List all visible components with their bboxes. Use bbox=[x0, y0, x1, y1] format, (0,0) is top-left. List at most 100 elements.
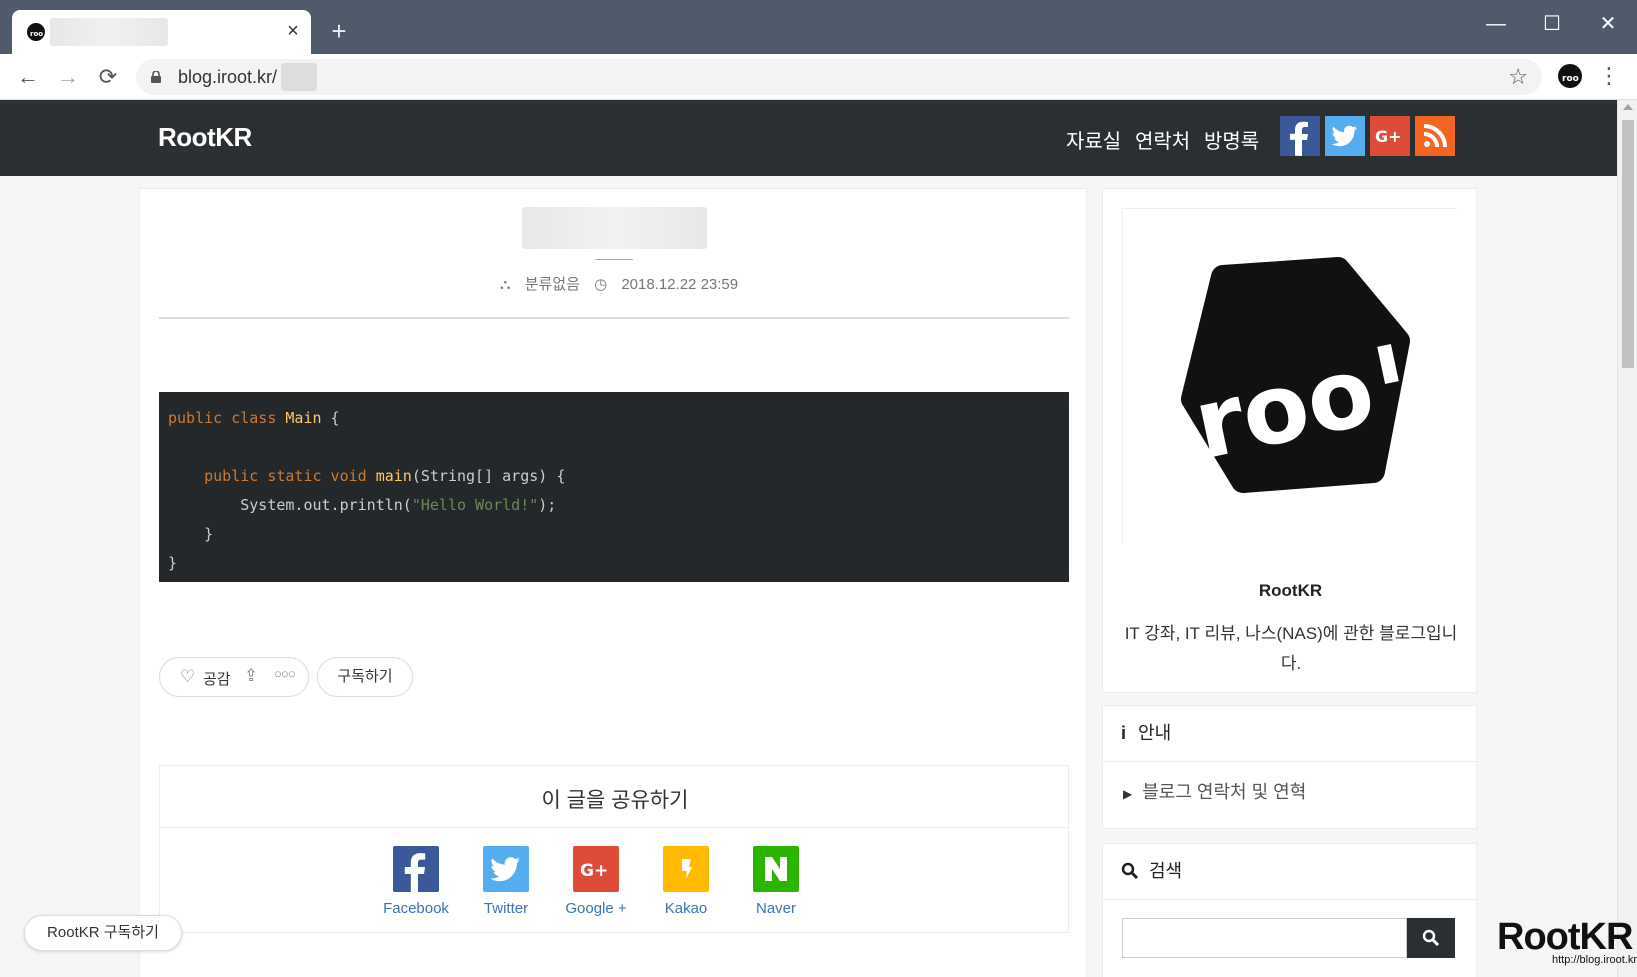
share-box: 이 글을 공유하기 Facebook Twitter G+ Google + K… bbox=[159, 765, 1069, 933]
watermark: RootKR http://blog.iroot.kr bbox=[1497, 918, 1637, 966]
profile-image: roo bbox=[1122, 208, 1457, 544]
back-arrow-icon[interactable]: ← bbox=[12, 61, 44, 93]
category-icon: ⛬ bbox=[500, 276, 511, 293]
like-button[interactable]: 공감 bbox=[203, 668, 231, 689]
site-logo[interactable]: RootKR bbox=[158, 122, 252, 153]
code-block: public class Main { public static void m… bbox=[159, 392, 1069, 582]
code-text: { bbox=[321, 409, 340, 427]
code-keyword: public class bbox=[168, 409, 277, 427]
code-string: "Hello World!" bbox=[411, 496, 539, 514]
root-logo-icon: roo bbox=[1181, 257, 1410, 493]
twitter-icon bbox=[483, 846, 529, 892]
code-keyword: public static void bbox=[204, 467, 367, 485]
code-text: ); bbox=[538, 496, 557, 514]
notice-divider bbox=[1103, 761, 1476, 762]
google-plus-icon: G+ bbox=[573, 846, 619, 892]
share-facebook[interactable]: Facebook bbox=[376, 846, 456, 917]
address-bar[interactable]: blog.iroot.kr/ ☆ bbox=[136, 59, 1542, 95]
post-date: 2018.12.22 23:59 bbox=[621, 276, 739, 293]
floating-subscribe-button[interactable]: RootKR 구독하기 bbox=[24, 915, 182, 951]
window-close-button[interactable]: ✕ bbox=[1588, 8, 1628, 40]
code-class-name: Main bbox=[285, 409, 322, 427]
svg-text:G+: G+ bbox=[580, 861, 608, 881]
code-text: System.out.println( bbox=[240, 496, 412, 514]
notice-widget: i 안내 ▶ 블로그 연락처 및 연혁 bbox=[1102, 705, 1477, 829]
search-button[interactable] bbox=[1407, 918, 1455, 958]
notice-title: 안내 bbox=[1138, 723, 1172, 743]
post-divider bbox=[159, 317, 1069, 319]
tab-close-icon[interactable]: × bbox=[282, 20, 304, 42]
svg-text:G+: G+ bbox=[1375, 127, 1402, 146]
twitter-icon[interactable] bbox=[1325, 116, 1365, 156]
page-scrollbar[interactable] bbox=[1617, 100, 1637, 977]
svg-text:roo: roo bbox=[30, 30, 43, 38]
post-meta: ⛬ 분류없음 ◷ 2018.12.22 23:59 bbox=[500, 273, 748, 294]
tab-title bbox=[50, 18, 168, 46]
notice-link[interactable]: ▶ 블로그 연락처 및 연혁 bbox=[1123, 778, 1306, 804]
maximize-button[interactable]: ☐ bbox=[1532, 8, 1572, 40]
post-title-redacted bbox=[522, 207, 707, 249]
naver-icon bbox=[753, 846, 799, 892]
facebook-icon bbox=[393, 846, 439, 892]
search-icon bbox=[1121, 862, 1139, 880]
share-label: Naver bbox=[755, 900, 796, 917]
share-label: Google + bbox=[565, 900, 627, 917]
search-icon bbox=[1422, 929, 1440, 947]
more-icon[interactable]: ○○○ bbox=[274, 666, 296, 681]
lock-icon bbox=[151, 71, 161, 83]
new-tab-button[interactable]: + bbox=[326, 18, 352, 44]
forward-arrow-icon[interactable]: → bbox=[52, 61, 84, 93]
browser-tab[interactable]: roo × bbox=[12, 10, 311, 54]
post-category[interactable]: 분류없음 bbox=[525, 276, 580, 293]
subscribe-button[interactable]: 구독하기 bbox=[317, 657, 413, 697]
share-title: 이 글을 공유하기 bbox=[541, 789, 689, 812]
share-kakao[interactable]: Kakao bbox=[646, 846, 726, 917]
share-icon[interactable]: ⇪ bbox=[244, 666, 258, 686]
minimize-button[interactable]: — bbox=[1476, 8, 1516, 40]
share-naver[interactable]: Naver bbox=[736, 846, 816, 917]
search-input[interactable] bbox=[1122, 918, 1407, 958]
watermark-logo: RootKR bbox=[1497, 916, 1633, 958]
svg-text:roo: roo bbox=[1562, 74, 1579, 84]
google-plus-icon[interactable]: G+ bbox=[1370, 116, 1410, 156]
reaction-group: ♡ 공감 ⇪ ○○○ bbox=[159, 657, 309, 697]
browser-tab-strip: roo × + — ☐ ✕ bbox=[0, 0, 1637, 54]
notice-header: i 안내 bbox=[1121, 706, 1171, 761]
profile-description: IT 강좌, IT 리뷰, 나스(NAS)에 관한 블로그입니다. bbox=[1124, 624, 1458, 673]
browser-toolbar: ← → ⟳ blog.iroot.kr/ ☆ roo ⋮ bbox=[0, 54, 1637, 100]
browser-menu-icon[interactable]: ⋮ bbox=[1598, 62, 1620, 92]
heart-icon[interactable]: ♡ bbox=[180, 667, 195, 687]
menu-contact[interactable]: 연락처 bbox=[1135, 125, 1190, 154]
share-divider bbox=[160, 827, 1068, 828]
root-favicon-icon: roo bbox=[27, 23, 45, 41]
reload-icon[interactable]: ⟳ bbox=[92, 61, 124, 93]
site-header: RootKR 자료실 연락처 방명록 G+ bbox=[0, 100, 1617, 176]
search-widget: 검색 bbox=[1102, 843, 1477, 977]
code-text: (String[] args) { bbox=[411, 467, 566, 485]
profile-card: roo RootKR IT 강좌, IT 리뷰, 나스(NAS)에 관한 블로그… bbox=[1102, 188, 1477, 693]
rss-icon[interactable] bbox=[1415, 116, 1455, 156]
search-header: 검색 bbox=[1121, 844, 1182, 899]
search-title: 검색 bbox=[1149, 861, 1183, 881]
caret-right-icon: ▶ bbox=[1123, 787, 1133, 801]
menu-archive[interactable]: 자료실 bbox=[1066, 125, 1121, 154]
web-page: RootKR 자료실 연락처 방명록 G+ ⛬ 분류없음 ◷ 2018.12.2… bbox=[0, 100, 1617, 977]
clock-icon: ◷ bbox=[594, 276, 608, 293]
scroll-thumb[interactable] bbox=[1622, 120, 1634, 368]
post-card: ⛬ 분류없음 ◷ 2018.12.22 23:59 public class M… bbox=[139, 188, 1087, 977]
bookmark-star-icon[interactable]: ☆ bbox=[1508, 64, 1528, 90]
share-label: Twitter bbox=[483, 900, 529, 917]
share-label: Kakao bbox=[664, 900, 708, 917]
title-divider bbox=[595, 259, 633, 260]
profile-name: RootKR bbox=[1258, 581, 1323, 600]
scroll-up-arrow-icon[interactable] bbox=[1623, 104, 1633, 110]
facebook-icon[interactable] bbox=[1280, 116, 1320, 156]
code-method-name: main bbox=[375, 467, 412, 485]
share-twitter[interactable]: Twitter bbox=[466, 846, 546, 917]
search-divider bbox=[1103, 899, 1476, 900]
profile-avatar-icon[interactable]: roo bbox=[1556, 62, 1584, 90]
menu-guestbook[interactable]: 방명록 bbox=[1204, 125, 1259, 154]
url-text: blog.iroot.kr/ bbox=[178, 67, 278, 87]
share-google-plus[interactable]: G+ Google + bbox=[556, 846, 636, 917]
share-label: Facebook bbox=[383, 900, 449, 917]
